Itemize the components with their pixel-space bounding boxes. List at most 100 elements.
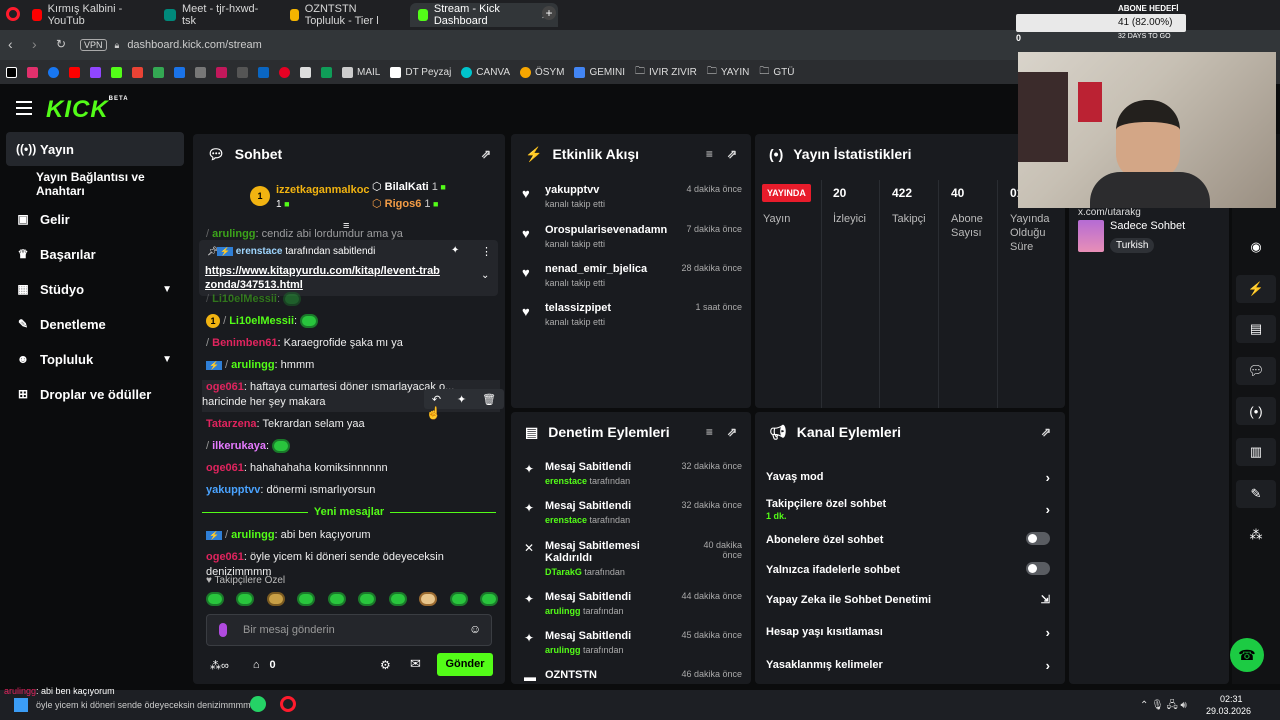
- community-icon[interactable]: ⁂∞: [210, 659, 229, 672]
- document-icon[interactable]: ▤: [1236, 315, 1276, 343]
- chat-username[interactable]: oge061: [206, 381, 244, 393]
- chevron-down-icon[interactable]: ▼: [162, 284, 172, 295]
- chat-username[interactable]: arulingg: [212, 228, 255, 240]
- mod-user[interactable]: erenstace: [545, 476, 587, 486]
- kick-icon[interactable]: [111, 66, 122, 78]
- trash-icon[interactable]: 🗑︎: [482, 393, 496, 406]
- ai-moderation-row[interactable]: Yapay Zeka ile Sohbet Denetimi ⇲: [766, 594, 1052, 606]
- bolt-icon[interactable]: ⚡: [1236, 275, 1276, 303]
- reload-icon[interactable]: ↻: [56, 37, 66, 51]
- tab-meet[interactable]: Meet - tjr-hxwd-tsk: [156, 3, 280, 27]
- sidebar-item-yayin[interactable]: ((•)) Yayın: [6, 132, 184, 166]
- chat-username[interactable]: ilkerukaya: [212, 440, 266, 452]
- filter-icon[interactable]: ≡: [706, 425, 713, 439]
- sidebar-item-denetleme[interactable]: ✎ Denetleme: [6, 307, 184, 341]
- pinned-message[interactable]: 📌︎ ⚡ erenstace tarafından sabitlendi ✦ ⋮…: [199, 240, 498, 296]
- followers-only-row[interactable]: Takipçilere özel sohbet 1 dk. ›: [766, 498, 1052, 521]
- chat-input[interactable]: Bir mesaj gönderin ☺: [206, 614, 492, 646]
- forward-icon[interactable]: ›: [32, 36, 37, 52]
- pinned-user[interactable]: erenstace: [236, 246, 283, 257]
- linkedin-icon[interactable]: [258, 66, 269, 78]
- tab-kick-dashboard[interactable]: Stream - Kick Dashboard✕: [410, 3, 558, 27]
- emote-icon[interactable]: [388, 592, 407, 606]
- store-icon[interactable]: ⌂: [253, 659, 260, 671]
- chat-message[interactable]: ⚡ / arulingg: hmmm: [206, 358, 502, 373]
- mod-user[interactable]: DTarakG: [545, 567, 582, 577]
- twitch-icon[interactable]: [90, 66, 101, 78]
- facebook-icon[interactable]: [48, 66, 59, 78]
- chat-username[interactable]: arulingg: [231, 529, 274, 541]
- social-handle[interactable]: x.com/utarakg: [1078, 207, 1141, 218]
- category-thumbnail[interactable]: [1078, 220, 1104, 252]
- emote-icon[interactable]: [297, 592, 316, 606]
- emote-icon[interactable]: [236, 592, 255, 606]
- bookmark-gemini[interactable]: GEMINI: [574, 66, 625, 78]
- back-icon[interactable]: ‹: [8, 36, 13, 52]
- pinned-link[interactable]: https://www.kitapyurdu.com/kitap/levent-…: [205, 264, 445, 292]
- opera-icon[interactable]: [280, 696, 296, 712]
- chat-username[interactable]: yakupptvv: [206, 484, 260, 496]
- chevron-down-icon[interactable]: ▼: [162, 354, 172, 365]
- chat-message[interactable]: 1 / Li10elMessii:: [206, 314, 502, 329]
- pin-icon[interactable]: [216, 66, 227, 78]
- emote-icon[interactable]: [206, 592, 224, 606]
- sidebar-item-basarilar[interactable]: ♛ Başarılar: [6, 237, 184, 271]
- settings-icon[interactable]: ⚙: [380, 658, 391, 672]
- sidebar-item-gelir[interactable]: ▣ Gelir: [6, 202, 184, 236]
- archive-icon[interactable]: ▥: [1236, 438, 1276, 466]
- new-tab-icon[interactable]: +: [542, 6, 556, 20]
- system-tray[interactable]: ⌃ 🎙︎ 🖧 🔊︎: [1140, 698, 1187, 715]
- tab-youtube[interactable]: Kırmış Kalbini - YouTub: [24, 3, 148, 27]
- slow-mode-row[interactable]: Yavaş mod ›: [766, 470, 1052, 485]
- banned-words-row[interactable]: Yasaklanmış kelimeler ›: [766, 658, 1052, 673]
- unpin-icon[interactable]: ✦: [451, 245, 459, 256]
- chat-username[interactable]: oge061: [206, 462, 244, 474]
- bookmark-icon[interactable]: [300, 66, 311, 78]
- chat-message[interactable]: yakupptvv: dönermi ısmarlıyorsun: [206, 483, 502, 498]
- pinterest-icon[interactable]: [279, 66, 290, 78]
- opera-icon[interactable]: [6, 7, 20, 21]
- chat-username[interactable]: oge061: [206, 551, 244, 563]
- link-icon[interactable]: [195, 66, 206, 78]
- broadcast-icon[interactable]: (•): [1236, 397, 1276, 425]
- dollar-icon[interactable]: [174, 66, 185, 78]
- mod-user[interactable]: arulingg: [545, 606, 581, 616]
- external-link-icon[interactable]: ⇲: [1041, 593, 1050, 606]
- bookmark-folder-ivir-zivir[interactable]: 🗀 IVIR ZIVIR: [635, 64, 697, 81]
- chat-message[interactable]: / Li10elMessii:: [206, 292, 502, 307]
- vpn-badge[interactable]: VPN: [80, 39, 107, 51]
- emote-icon[interactable]: [327, 592, 346, 606]
- subscribers-only-toggle[interactable]: [1026, 532, 1050, 545]
- bookmark-osym[interactable]: ÖSYM: [520, 66, 564, 78]
- emote-icon[interactable]: [358, 592, 377, 606]
- chat-message[interactable]: oge061: hahahahaha komiksinnnnnn: [206, 461, 502, 476]
- popout-icon[interactable]: ⇗: [481, 147, 491, 161]
- tab-ozntstn[interactable]: OZNTSTN Topluluk - Tier l: [282, 3, 406, 27]
- instagram-icon[interactable]: [27, 66, 38, 78]
- camera-icon[interactable]: ◉: [1236, 233, 1276, 261]
- sidebar-item-topluluk[interactable]: ☻ Topluluk ▼: [6, 342, 184, 376]
- bookmark-canva[interactable]: CANVA: [461, 66, 510, 78]
- popout-icon[interactable]: ⇗: [1041, 425, 1051, 439]
- sheet-icon[interactable]: [321, 66, 332, 78]
- maps-icon[interactable]: [153, 66, 164, 78]
- youtube-icon[interactable]: [69, 66, 80, 78]
- emote-icon[interactable]: [449, 592, 468, 606]
- chat-icon[interactable]: 💬︎: [1236, 357, 1276, 385]
- chevron-right-icon[interactable]: ›: [1046, 470, 1050, 485]
- popout-icon[interactable]: ⇗: [727, 425, 737, 439]
- chat-username[interactable]: arulingg: [231, 359, 274, 371]
- emote-icon[interactable]: [479, 592, 498, 606]
- sidebar-item-studyo[interactable]: ▦ Stüdyo ▼: [6, 272, 184, 306]
- chevron-right-icon[interactable]: ›: [1046, 658, 1050, 673]
- pin-icon[interactable]: ✦: [457, 393, 466, 406]
- emote-icon[interactable]: [266, 592, 285, 606]
- chat-message[interactable]: ⚡ / arulingg: abi ben kaçıyorum: [206, 528, 502, 543]
- sidebar-item-droplar[interactable]: ⊞ Droplar ve ödüller: [6, 377, 184, 411]
- filter-icon[interactable]: ≡: [706, 147, 713, 161]
- sidebar-item-stream-key[interactable]: Yayın Bağlantısı ve Anahtarı: [6, 167, 190, 201]
- account-age-row[interactable]: Hesap yaşı kısıtlaması ›: [766, 625, 1052, 640]
- bookmark-folder-yayin[interactable]: 🗀 YAYIN: [707, 64, 750, 81]
- reply-icon[interactable]: ↶: [432, 393, 441, 406]
- whatsapp-icon[interactable]: [250, 696, 266, 712]
